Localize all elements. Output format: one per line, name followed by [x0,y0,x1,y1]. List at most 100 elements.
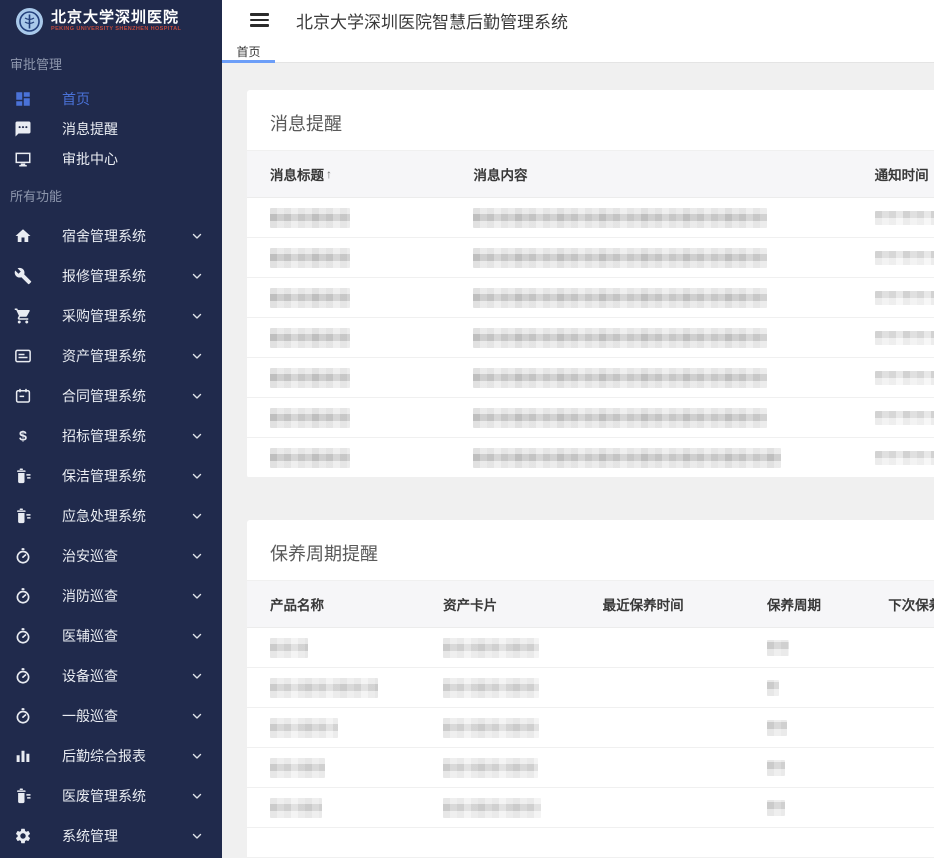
sidebar-item-设备巡查[interactable]: 设备巡查 [0,656,222,696]
sidebar-item-label: 消防巡查 [62,586,118,606]
chevron-down-icon[interactable] [190,229,204,243]
table-row[interactable] [247,438,934,478]
column-header-消息标题[interactable]: 消息标题↑ [270,164,473,184]
column-header-资产卡片[interactable]: 资产卡片 [443,594,602,614]
sidebar-item-系统管理[interactable]: 系统管理 [0,816,222,856]
column-header-消息内容[interactable]: 消息内容 [473,164,874,184]
sidebar-item-采购管理系统[interactable]: 采购管理系统 [0,296,222,336]
redacted-text-block [270,408,350,428]
hospital-name-cn: 北京大学深圳医院 [51,10,181,26]
sidebar-item-label: 报修管理系统 [62,266,146,286]
sidebar-section-label: 审批管理 [0,56,222,74]
chevron-down-icon[interactable] [190,669,204,683]
trash-sweep-icon [14,467,32,485]
sidebar-item-报修管理系统[interactable]: 报修管理系统 [0,256,222,296]
sidebar-item-label: 系统管理 [62,826,118,846]
column-header-下次保养时间[interactable]: 下次保养时间 [888,594,934,614]
chevron-down-icon[interactable] [190,589,204,603]
sidebar-item-宿舍管理系统[interactable]: 宿舍管理系统 [0,216,222,256]
sidebar-item-消息提醒[interactable]: 消息提醒 [0,114,222,144]
chevron-down-icon[interactable] [190,469,204,483]
tab-首页[interactable]: 首页 [222,40,275,62]
trash-sweep-icon [14,507,32,525]
chevron-down-icon[interactable] [190,349,204,363]
chevron-down-icon[interactable] [190,549,204,563]
svg-text:$: $ [19,429,27,445]
hospital-logo: 北京大学深圳医院 PEKING UNIVERSITY SHENZHEN HOSP… [0,0,222,42]
redacted-text-block [443,718,539,738]
sidebar-item-label: 医辅巡查 [62,626,118,646]
chevron-down-icon[interactable] [190,389,204,403]
redacted-text-block [875,291,934,305]
chevron-down-icon[interactable] [190,829,204,843]
sidebar-item-label: 治安巡查 [62,546,118,566]
redacted-text-block [443,678,539,698]
column-header-label: 消息内容 [473,164,527,184]
chevron-down-icon[interactable] [190,429,204,443]
sidebar-item-保洁管理系统[interactable]: 保洁管理系统 [0,456,222,496]
sidebar-item-label: 招标管理系统 [62,426,146,446]
chevron-down-icon[interactable] [190,749,204,763]
sidebar-item-首页[interactable]: 首页 [0,84,222,114]
sidebar-item-医废管理系统[interactable]: 医废管理系统 [0,776,222,816]
table-cell [875,451,934,465]
sort-ascending-icon: ↑ [326,167,332,181]
sidebar-item-label: 资产管理系统 [62,346,146,366]
dollar-icon: $ [14,427,32,445]
table-cell [270,448,473,468]
table-row[interactable] [247,628,934,668]
sidebar-item-招标管理系统[interactable]: $ 招标管理系统 [0,416,222,456]
redacted-text-block [875,331,934,345]
redacted-text-block [270,208,350,228]
redacted-text-block [443,638,539,658]
table-row[interactable] [247,788,934,828]
sidebar-item-应急处理系统[interactable]: 应急处理系统 [0,496,222,536]
table-row[interactable] [247,398,934,438]
redacted-text-block [875,371,934,385]
redacted-text-block [875,451,934,465]
redacted-text-block [473,288,767,308]
table-cell [270,368,473,388]
redacted-text-block [443,798,541,818]
card-消息提醒: 消息提醒消息标题↑消息内容通知时间 [247,90,934,478]
sidebar-item-一般巡查[interactable]: 一般巡查 [0,696,222,736]
redacted-text-block [270,758,325,778]
table-row[interactable] [247,358,934,398]
table-header-row: 产品名称资产卡片最近保养时间保养周期下次保养时间 [247,580,934,628]
table-row[interactable] [247,238,934,278]
table-row[interactable] [247,198,934,238]
chevron-down-icon[interactable] [190,629,204,643]
hospital-name: 北京大学深圳医院 PEKING UNIVERSITY SHENZHEN HOSP… [51,10,181,33]
table-row[interactable] [247,318,934,358]
table-row[interactable] [247,748,934,788]
sidebar-item-后勤综合报表[interactable]: 后勤综合报表 [0,736,222,776]
table-cell [443,798,602,818]
sidebar-item-治安巡查[interactable]: 治安巡查 [0,536,222,576]
chevron-down-icon[interactable] [190,789,204,803]
table-cell [270,328,473,348]
redacted-text-block [875,251,934,265]
table-row[interactable] [247,278,934,318]
table-row[interactable] [247,668,934,708]
table-cell [473,448,874,468]
chevron-down-icon[interactable] [190,309,204,323]
column-header-保养周期[interactable]: 保养周期 [767,594,888,614]
sidebar-item-消防巡查[interactable]: 消防巡查 [0,576,222,616]
hamburger-menu-icon[interactable] [250,13,270,27]
sidebar-item-审批中心[interactable]: 审批中心 [0,144,222,174]
table-row[interactable] [247,708,934,748]
chevron-down-icon[interactable] [190,269,204,283]
tab-bar: 首页 [222,40,934,63]
sidebar-item-合同管理系统[interactable]: 合同管理系统 [0,376,222,416]
sidebar-item-资产管理系统[interactable]: 资产管理系统 [0,336,222,376]
column-header-通知时间[interactable]: 通知时间 [875,164,934,184]
table-cell [473,208,874,228]
redacted-text-block [270,368,350,388]
redacted-text-block [270,798,322,818]
chevron-down-icon[interactable] [190,709,204,723]
sidebar-item-医辅巡查[interactable]: 医辅巡查 [0,616,222,656]
chevron-down-icon[interactable] [190,509,204,523]
column-header-最近保养时间[interactable]: 最近保养时间 [603,594,767,614]
column-header-产品名称[interactable]: 产品名称 [270,594,443,614]
sidebar-item-label: 后勤综合报表 [62,746,146,766]
